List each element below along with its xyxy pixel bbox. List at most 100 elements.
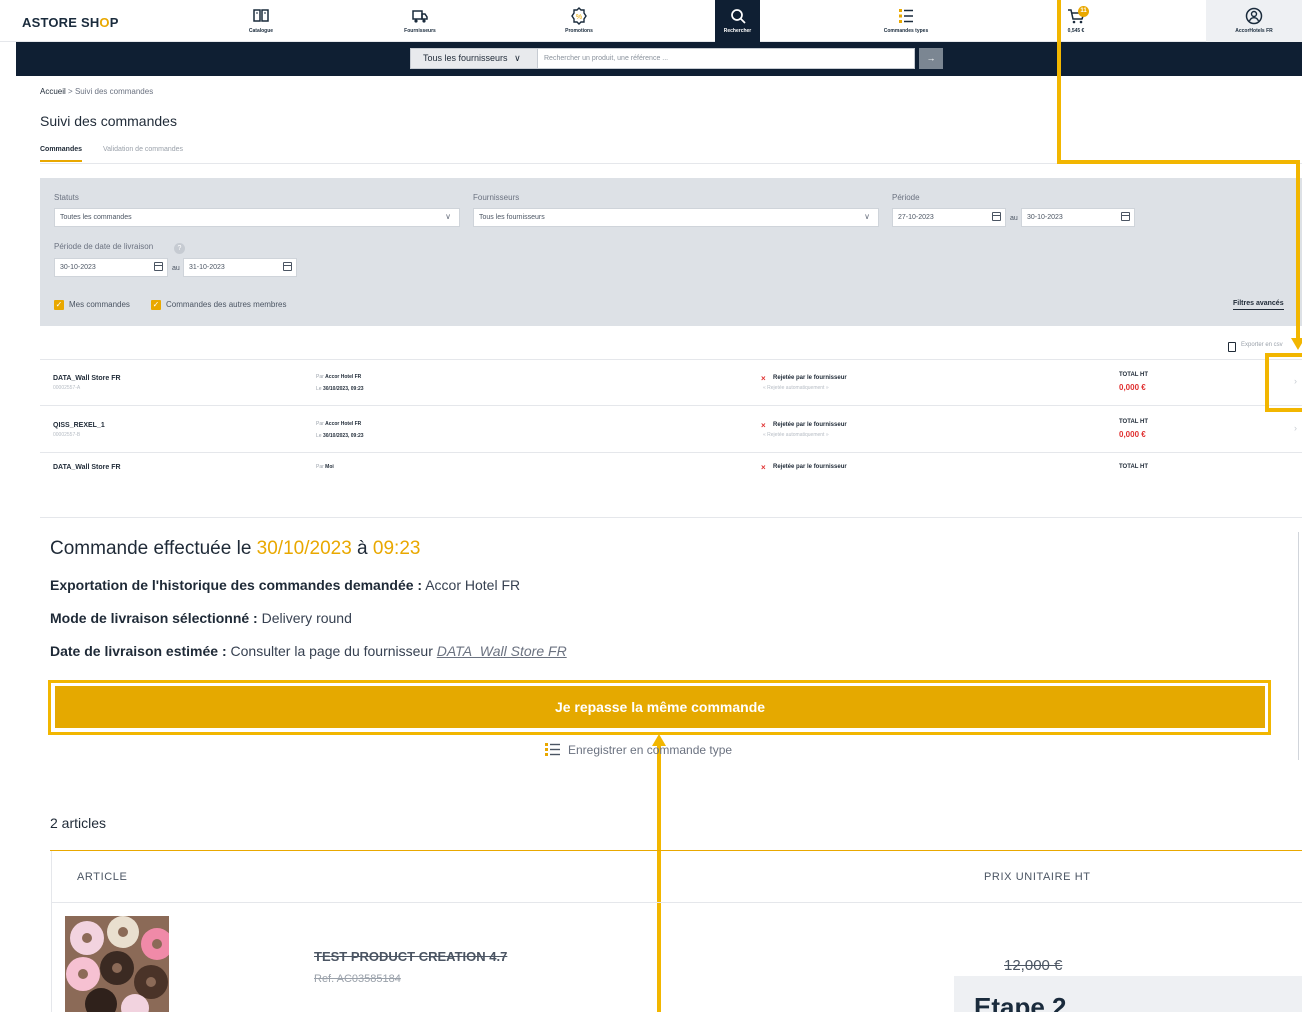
order-date: Le 30/10/2023, 09:23 <box>316 433 364 439</box>
calendar-icon <box>1121 212 1130 221</box>
order-supplier: DATA_Wall Store FR <box>53 375 121 382</box>
advanced-filters-link[interactable]: Filtres avancés <box>1233 300 1284 310</box>
order-number: 00002557-A <box>53 385 81 391</box>
annotation-arrow-line <box>1057 0 1061 163</box>
order-row[interactable]: DATA_Wall Store FR 00002557-A Par Accor … <box>40 360 1302 406</box>
my-orders-label: Mes commandes <box>69 300 130 309</box>
tab-validation[interactable]: Validation de commandes <box>103 146 183 153</box>
order-row[interactable]: DATA_Wall Store FR Par Moi × Rejetée par… <box>40 454 1302 471</box>
status-select[interactable]: Toutes les commandes ∨ <box>54 208 460 227</box>
nav-promotions[interactable]: % Promotions <box>539 0 619 42</box>
suppliers-label: Fournisseurs <box>473 193 520 202</box>
delivery-date-line: Date de livraison estimée : Consulter la… <box>50 643 567 659</box>
order-status: Rejetée par le fournisseur <box>773 464 847 470</box>
cart-total: 0,545 € <box>1067 28 1085 34</box>
product-reference: Ref. AC03585184 <box>314 973 401 985</box>
delivery-mode-line: Mode de livraison sélectionné : Delivery… <box>50 610 352 626</box>
order-number: 00002557-B <box>53 432 81 438</box>
scrollbar[interactable] <box>1298 532 1299 760</box>
order-by: Par Accor Hotel FR <box>316 374 362 380</box>
chevron-right-icon[interactable]: › <box>1294 423 1297 433</box>
step-label-panel: Etape 2 <box>954 976 1302 1012</box>
order-total: 0,000 € <box>1119 383 1146 392</box>
period-from-input[interactable]: 27-10-2023 <box>892 208 1006 227</box>
period-to-input[interactable]: 30-10-2023 <box>1021 208 1135 227</box>
supplier-select[interactable]: Tous les fournisseurs ∨ <box>410 48 548 69</box>
suppliers-select[interactable]: Tous les fournisseurs ∨ <box>473 208 879 227</box>
column-header-article: ARTICLE <box>77 871 128 883</box>
section-divider <box>40 517 1302 518</box>
annotation-arrow-line <box>1296 160 1300 343</box>
search-bar: Tous les fournisseurs ∨ Rechercher un pr… <box>16 42 1302 76</box>
nav-catalogue[interactable]: Catalogue <box>221 0 301 42</box>
promo-badge-icon: % <box>571 7 587 25</box>
step-label: Etape 2 <box>974 992 1067 1012</box>
product-image[interactable] <box>65 916 169 1012</box>
product-name[interactable]: TEST PRODUCT CREATION 4.7 <box>314 949 507 964</box>
rejected-icon: × <box>761 421 766 430</box>
chevron-down-icon: ∨ <box>445 212 451 221</box>
supplier-page-link[interactable]: DATA_Wall Store FR <box>437 643 567 659</box>
order-total-label: TOTAL HT <box>1119 419 1148 425</box>
order-supplier: DATA_Wall Store FR <box>53 464 121 471</box>
annotation-arrow-line <box>1057 160 1299 164</box>
order-status: Rejetée par le fournisseur <box>773 422 847 428</box>
delivery-to-input[interactable]: 31-10-2023 <box>183 258 297 277</box>
shop-logo[interactable]: ASTORE SHOP <box>22 15 119 30</box>
save-as-template-link[interactable]: Enregistrer en commande type <box>568 743 732 757</box>
annotation-highlight-box <box>1265 353 1302 412</box>
nav-fournisseurs[interactable]: Fournisseurs <box>380 0 460 42</box>
file-icon <box>1228 342 1236 352</box>
top-navigation: ASTORE SHOP Catalogue Fournisseurs % Pro… <box>0 0 1302 42</box>
calendar-icon <box>283 262 292 271</box>
order-row[interactable]: QISS_REXEL_1 00002557-B Par Accor Hotel … <box>40 407 1302 453</box>
order-date: Le 30/10/2023, 09:23 <box>316 386 364 392</box>
nav-label: Fournisseurs <box>404 28 436 34</box>
to-label: au <box>172 265 180 272</box>
export-csv-link[interactable]: Exporter en csv <box>1241 342 1283 348</box>
others-orders-checkbox[interactable]: ✓ <box>151 300 161 310</box>
my-orders-checkbox[interactable]: ✓ <box>54 300 64 310</box>
tab-commandes[interactable]: Commandes <box>40 146 83 162</box>
rejected-icon: × <box>761 463 766 471</box>
articles-count: 2 articles <box>50 815 107 831</box>
book-icon <box>253 9 269 22</box>
page-title: Suivi des commandes <box>40 113 177 129</box>
order-status: Rejetée par le fournisseur <box>773 375 847 381</box>
nav-cart[interactable]: 0,545 € <box>1036 0 1116 42</box>
delivery-from-input[interactable]: 30-10-2023 <box>54 258 168 277</box>
order-by: Par Accor Hotel FR <box>316 421 362 427</box>
status-label: Statuts <box>54 193 79 202</box>
help-icon[interactable]: ? <box>174 243 185 254</box>
calendar-icon <box>992 212 1001 221</box>
list-icon <box>899 9 913 23</box>
search-submit-button[interactable]: → <box>919 48 943 69</box>
nav-account[interactable]: AccorHotels FR <box>1206 0 1302 42</box>
order-total: 0,000 € <box>1119 430 1146 439</box>
nav-rechercher[interactable]: Rechercher <box>715 0 760 42</box>
articles-table-header: ARTICLE PRIX UNITAIRE HT <box>51 851 1302 903</box>
to-label: au <box>1010 215 1018 222</box>
breadcrumb-home[interactable]: Accueil <box>40 87 66 96</box>
search-input[interactable]: Rechercher un produit, une référence ... <box>537 48 915 69</box>
order-detail-title: Commande effectuée le 30/10/2023 à 09:23 <box>50 538 421 559</box>
nav-commandes-types[interactable]: Commandes types <box>866 0 946 42</box>
nav-label: Catalogue <box>248 28 274 34</box>
period-label: Période <box>892 193 920 202</box>
order-status-detail: « Rejetée automatiquement » <box>763 432 829 438</box>
breadcrumb-current: Suivi des commandes <box>74 87 154 96</box>
reorder-button[interactable]: Je repasse la même commande <box>55 686 1265 728</box>
order-total-label: TOTAL HT <box>1119 464 1148 470</box>
chevron-down-icon: ∨ <box>864 212 870 221</box>
donuts-photo <box>65 916 169 1012</box>
list-icon <box>545 743 560 756</box>
nav-label: Promotions <box>565 28 593 34</box>
search-icon <box>730 9 746 24</box>
order-by: Par Moi <box>316 464 334 470</box>
others-orders-label: Commandes des autres membres <box>166 300 287 309</box>
rejected-icon: × <box>761 374 766 383</box>
calendar-icon <box>154 262 163 271</box>
nav-label: AccorHotels FR <box>1235 28 1273 34</box>
nav-label: Rechercher <box>723 28 752 34</box>
user-icon <box>1245 7 1263 25</box>
